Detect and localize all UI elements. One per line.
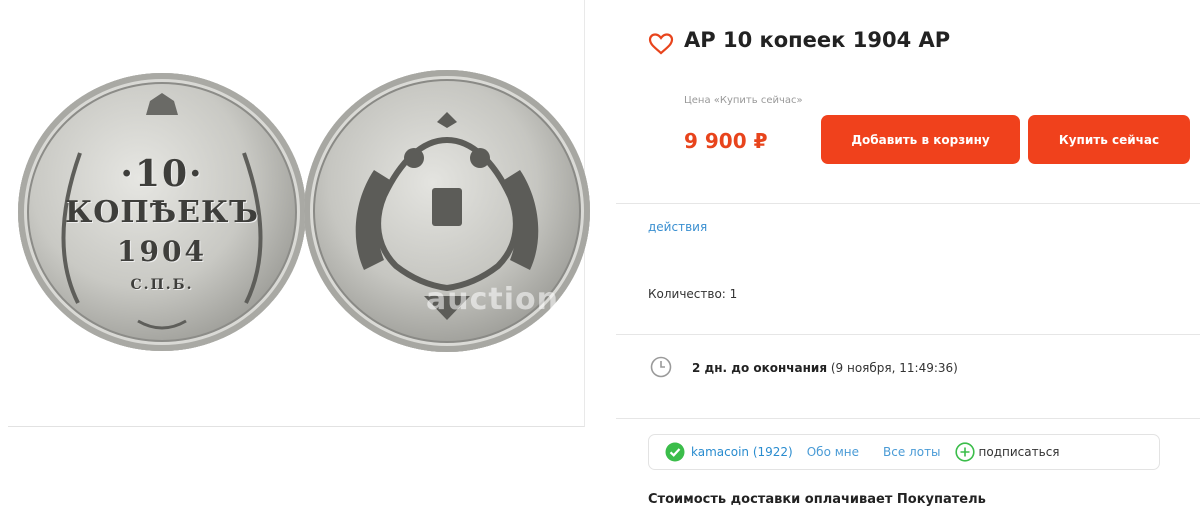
coin-word: КОПѢЕКЪ bbox=[64, 195, 260, 230]
buy-now-button[interactable]: Купить сейчас bbox=[1028, 115, 1190, 164]
seller-name-link[interactable]: kamacoin (1922) bbox=[691, 445, 793, 459]
lot-title: АР 10 копеек 1904 АР bbox=[684, 28, 951, 52]
heart-icon[interactable] bbox=[648, 33, 674, 55]
coin-denomination: ·10· bbox=[120, 153, 204, 195]
subscribe-link[interactable]: подписаться bbox=[979, 445, 1060, 459]
coin-mint: С.П.Б. bbox=[130, 277, 194, 293]
price-value: 9 900 ₽ bbox=[684, 129, 768, 153]
seller-about-link[interactable]: Обо мне bbox=[807, 445, 859, 459]
time-remaining: 2 дн. до окончания (9 ноября, 11:49:36) bbox=[692, 361, 958, 375]
watermark-text: auction bbox=[426, 282, 559, 317]
add-to-cart-button[interactable]: Добавить в корзину bbox=[821, 115, 1020, 164]
coin-year: 1904 bbox=[117, 235, 207, 268]
clock-icon bbox=[650, 356, 672, 378]
seller-box: kamacoin (1922) Обо мне Все лоты подписа… bbox=[648, 434, 1160, 470]
lot-info-panel: АР 10 копеек 1904 АР Цена «Купить сейчас… bbox=[616, 0, 1200, 514]
divider bbox=[616, 334, 1200, 335]
time-remaining-value: 2 дн. до окончания bbox=[692, 361, 828, 375]
lot-photo-panel[interactable]: ·10· КОПѢЕКЪ 1904 С.П.Б. auction bbox=[8, 0, 590, 427]
plus-circle-icon[interactable] bbox=[954, 442, 975, 462]
end-date: (9 ноября, 11:49:36) bbox=[830, 361, 958, 375]
seller-all-lots-link[interactable]: Все лоты bbox=[883, 445, 941, 459]
actions-link[interactable]: действия bbox=[648, 220, 707, 234]
price-label: Цена «Купить сейчас» bbox=[684, 95, 803, 106]
check-circle-icon bbox=[665, 442, 685, 462]
divider bbox=[616, 203, 1200, 204]
divider bbox=[616, 418, 1200, 419]
coin-obverse-image[interactable]: ·10· КОПѢЕКЪ 1904 С.П.Б. bbox=[18, 73, 306, 351]
delivery-note: Стоимость доставки оплачивает Покупатель bbox=[648, 492, 986, 507]
quantity-text: Количество: 1 bbox=[648, 287, 738, 301]
